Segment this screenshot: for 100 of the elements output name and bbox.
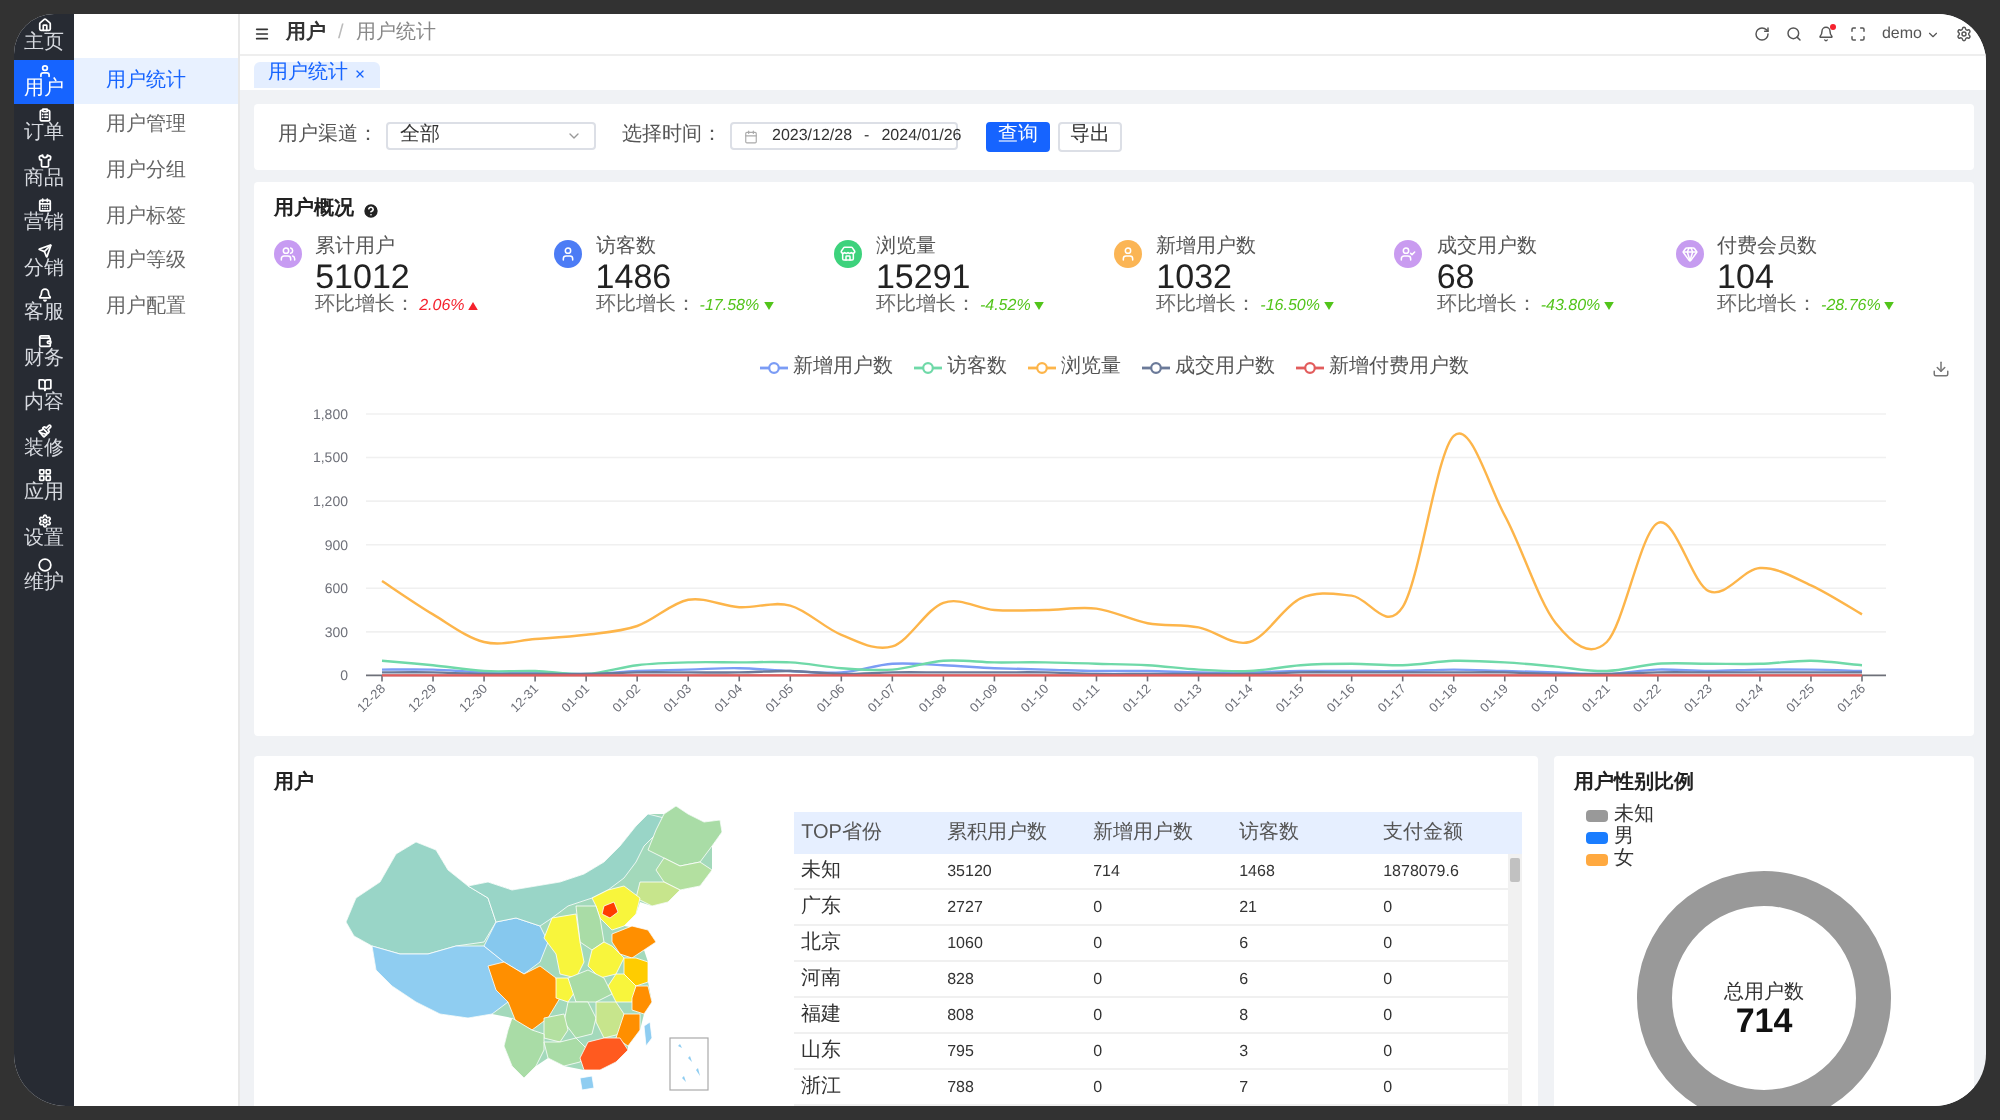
submenu-item[interactable]: 用户配置: [74, 285, 238, 331]
table-cell: 0: [1383, 1043, 1393, 1059]
settings-icon[interactable]: [1956, 26, 1972, 42]
bell-icon[interactable]: [1817, 26, 1834, 42]
legend-item[interactable]: 女: [1586, 848, 1634, 870]
sidebar-item[interactable]: 内容: [14, 374, 74, 419]
clipboard-icon: [37, 108, 51, 123]
change-value: -43.80%: [1540, 296, 1601, 316]
sidebar-item[interactable]: 营销: [14, 194, 74, 239]
fullscreen-icon[interactable]: [1849, 26, 1866, 42]
calendar-icon: [744, 129, 758, 143]
change-value: -16.50%: [1260, 296, 1320, 316]
refresh-icon[interactable]: [1753, 26, 1770, 42]
sidebar-item[interactable]: 设置: [14, 509, 74, 554]
table-cell: 0: [1383, 1007, 1393, 1023]
legend-line-icon: [759, 362, 787, 374]
table-cell: 0: [1383, 935, 1393, 951]
column-header: 新增用户数: [1093, 823, 1194, 843]
change-value: -4.52%: [979, 296, 1031, 316]
stat-value: 104: [1717, 260, 1774, 296]
legend-line-icon: [1027, 362, 1055, 374]
sidebar-item[interactable]: 装修: [14, 419, 74, 464]
breadcrumb-link[interactable]: 用户: [286, 24, 326, 44]
sidebar-item[interactable]: 订单: [14, 104, 74, 149]
sidebar-item[interactable]: 应用: [14, 464, 74, 509]
change-label: 环比增长：: [1436, 296, 1537, 316]
close-icon[interactable]: [354, 68, 366, 81]
sidebar-item[interactable]: 维护: [14, 554, 74, 599]
legend-item[interactable]: 浏览量: [1027, 358, 1121, 378]
ring-icon: [37, 558, 51, 573]
legend-item[interactable]: 新增用户数: [759, 358, 893, 378]
legend-item[interactable]: 男: [1586, 826, 1634, 848]
table-cell: 21: [1239, 899, 1257, 915]
table-cell: 6: [1239, 971, 1249, 987]
help-icon[interactable]: [362, 201, 380, 219]
stat-label: 访客数: [595, 236, 658, 260]
chevron-down-icon: [1926, 27, 1940, 41]
change-label: 环比增长：: [1717, 296, 1818, 316]
page-tab[interactable]: 用户统计: [254, 61, 380, 88]
sidebar-item[interactable]: 主页: [14, 14, 74, 59]
export-button[interactable]: 导出: [1058, 121, 1122, 151]
legend-line-icon: [1295, 362, 1323, 374]
submenu-item[interactable]: 用户分组: [74, 149, 238, 195]
sidebar-item[interactable]: 分销: [14, 239, 74, 284]
legend-line-icon: [913, 362, 941, 374]
user-menu-button[interactable]: demo: [1881, 26, 1940, 42]
breadcrumb-current: 用户统计: [355, 24, 436, 44]
sidebar-item[interactable]: 客服: [14, 284, 74, 329]
bell-icon: [37, 288, 51, 303]
table-cell: 795: [947, 1043, 974, 1059]
search-icon[interactable]: [1785, 26, 1802, 42]
legend-item[interactable]: 新增付费用户数: [1295, 358, 1469, 378]
donut-center-value: 714: [1735, 1002, 1793, 1040]
section-title: 用户: [274, 774, 314, 794]
submenu-item[interactable]: 用户标签: [74, 194, 238, 241]
section-title: 用户概况: [274, 200, 354, 220]
change-value: -28.76%: [1821, 296, 1881, 316]
sidebar-item[interactable]: 商品: [14, 149, 74, 194]
table-cell: 1468: [1239, 863, 1275, 879]
change-value: 2.06%: [419, 296, 465, 316]
table-cell: 0: [1383, 971, 1393, 987]
sidebar-item[interactable]: 用户: [14, 59, 74, 104]
sidebar-item[interactable]: 财务: [14, 329, 74, 374]
table-cell: 2727: [947, 899, 983, 915]
submenu-item[interactable]: 用户等级: [74, 240, 238, 286]
stat-label: 付费会员数: [1717, 236, 1820, 260]
table-cell: 0: [1093, 1007, 1103, 1023]
menu-icon[interactable]: [254, 26, 270, 42]
table-cell: 808: [947, 1007, 974, 1023]
table-cell: 浙江: [801, 1077, 842, 1097]
submenu-item[interactable]: 用户统计: [74, 58, 238, 104]
paper-plane-icon: [37, 243, 51, 258]
settings-icon: [37, 513, 51, 528]
column-header: TOP省份: [801, 823, 882, 843]
calendar-icon: [37, 198, 51, 213]
table-cell: 788: [947, 1079, 974, 1095]
donut-center-label: 总用户数: [1724, 982, 1804, 1004]
scrollbar-thumb[interactable]: [1509, 858, 1520, 882]
table-cell: 未知: [801, 861, 842, 881]
table-cell: 8: [1239, 1007, 1249, 1023]
query-button[interactable]: 查询: [986, 121, 1050, 151]
date-range-field[interactable]: 2023/12/28 - 2024/01/26: [730, 122, 958, 150]
stat-value: 15291: [875, 260, 973, 296]
stat-label: 成交用户数: [1436, 236, 1539, 260]
stat-value: 1486: [595, 260, 672, 296]
stat-value: 1032: [1156, 260, 1232, 296]
legend-line-icon: [1141, 362, 1169, 374]
change-label: 环比增长：: [315, 296, 416, 316]
shirt-icon: [37, 153, 51, 168]
legend-item[interactable]: 成交用户数: [1141, 358, 1275, 378]
download-icon[interactable]: [1932, 359, 1950, 377]
table-cell: 广东: [801, 897, 842, 917]
stat-label: 累计用户: [315, 236, 398, 260]
legend-item[interactable]: 未知: [1586, 804, 1654, 826]
grid-icon: [37, 468, 51, 483]
legend-item[interactable]: 访客数: [913, 358, 1007, 378]
column-header: 累积用户数: [947, 823, 1048, 843]
channel-select[interactable]: 全部: [386, 122, 596, 150]
submenu-item[interactable]: 用户管理: [74, 103, 238, 150]
table-cell: 6: [1239, 935, 1249, 951]
